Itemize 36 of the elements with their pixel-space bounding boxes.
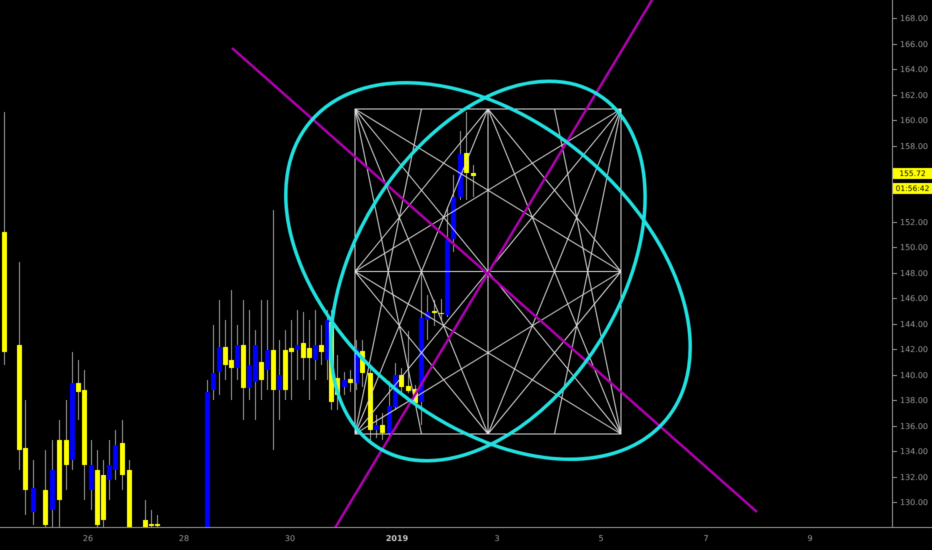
date-label: 7	[703, 534, 709, 543]
date-label: 5	[598, 534, 604, 543]
price-label: 144.00	[900, 320, 928, 329]
candle	[120, 420, 125, 490]
price-label: 164.00	[900, 65, 928, 74]
candle	[471, 164, 476, 198]
price-label: 140.00	[900, 370, 928, 380]
date-label: 9	[807, 534, 813, 543]
price-label: 130.00	[900, 498, 928, 508]
price-label: 150.00	[900, 243, 928, 252]
price-label: 138.00	[900, 396, 928, 406]
price-label: 134.00	[900, 447, 928, 456]
price-label: 146.00	[900, 294, 928, 304]
price-label: 148.00	[900, 268, 928, 278]
candle	[31, 460, 36, 526]
ellipse[interactable]	[284, 81, 692, 461]
gann-fan-overlay[interactable]	[354, 108, 622, 434]
date-label: 2019	[386, 534, 408, 543]
candle	[432, 300, 437, 326]
price-label: 168.00	[900, 14, 928, 24]
date-label: 30	[284, 534, 296, 543]
candle	[406, 330, 411, 394]
price-label: 142.00	[900, 345, 928, 354]
ellipse[interactable]	[329, 80, 647, 462]
trend-line[interactable]	[334, 0, 654, 527]
trend-line[interactable]	[231, 47, 758, 513]
price-label: 160.00	[900, 116, 928, 126]
price-label: 132.00	[900, 472, 928, 482]
price-label: 152.00	[900, 218, 928, 227]
date-label: 28	[178, 534, 190, 543]
price-label: 136.00	[900, 422, 928, 431]
price-label: 166.00	[900, 40, 928, 49]
price-label: 158.00	[900, 142, 928, 151]
date-label: 3	[494, 534, 500, 543]
date-label: 26	[82, 534, 94, 543]
price-label: 162.00	[900, 90, 928, 100]
